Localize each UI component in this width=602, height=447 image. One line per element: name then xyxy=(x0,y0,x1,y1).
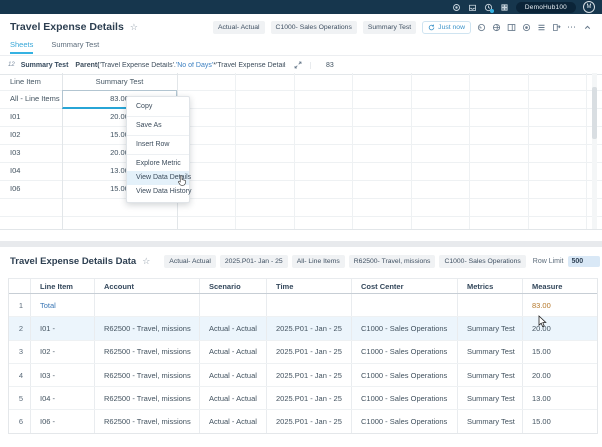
column-header: Measure xyxy=(523,279,597,293)
scrollbar-thumb[interactable] xyxy=(592,87,597,139)
context-chip-costcenter[interactable]: C1000- Sales Operations xyxy=(271,21,357,34)
column-header: Scenario xyxy=(200,279,267,293)
page-title: Travel Expense Details xyxy=(10,21,124,33)
filter-chip-lineitems[interactable]: All- Line Items xyxy=(292,255,345,268)
more-options-icon[interactable]: ⋯ xyxy=(567,24,577,30)
grid-row-header[interactable]: I04 xyxy=(10,162,20,180)
menu-item-save-as[interactable]: Save As xyxy=(127,119,189,133)
table-row[interactable]: 3 I02 - R62500 - Travel, missions Actual… xyxy=(9,341,597,364)
worksheet-tabs: Sheets Summary Test xyxy=(10,40,99,54)
tab-summary-test[interactable]: Summary Test xyxy=(51,40,99,54)
filter-chip-costcenter[interactable]: C1000- Sales Operations xyxy=(439,255,525,268)
link-share-icon[interactable] xyxy=(492,23,501,32)
sync-status-label: Just now xyxy=(438,23,465,32)
cell-value-field[interactable]: 83 xyxy=(310,62,594,69)
table-row[interactable]: 2 I01 - R62500 - Travel, missions Actual… xyxy=(9,317,597,340)
data-table: Line Item Account Scenario Time Cost Cen… xyxy=(8,278,598,434)
worksheet-grid[interactable]: Line Item Summary Test All - Line Items … xyxy=(0,73,602,230)
filter-chip-time[interactable]: 2025.P01- Jan - 25 xyxy=(220,255,288,268)
menu-item-explore-metric[interactable]: Explore Metric xyxy=(127,157,189,171)
inbox-icon[interactable] xyxy=(468,3,477,12)
grid-line xyxy=(352,73,353,229)
top-navbar: DemoHub100 M xyxy=(0,0,602,14)
grid-line xyxy=(586,73,587,229)
refresh-status-button[interactable]: Just now xyxy=(422,21,471,34)
menu-item-copy[interactable]: Copy xyxy=(127,100,189,114)
notification-dot xyxy=(490,9,494,13)
column-header: Line Item xyxy=(31,279,95,293)
collapse-panel-icon[interactable] xyxy=(583,23,592,32)
row-limit-input[interactable] xyxy=(568,256,600,267)
context-chip-metrics[interactable]: Summary Test xyxy=(363,21,416,34)
data-panel-header: Travel Expense Details Data ☆ Actual- Ac… xyxy=(0,252,602,270)
list-view-icon[interactable] xyxy=(537,23,546,32)
table-row[interactable]: 4 I03 - R62500 - Travel, missions Actual… xyxy=(9,364,597,387)
data-panel-title: Travel Expense Details Data xyxy=(10,256,136,267)
table-row[interactable]: 5 I04 - R62500 - Travel, missions Actual… xyxy=(9,387,597,410)
context-menu: Copy Save As Insert Row Explore Metric V… xyxy=(126,96,190,203)
grid-line xyxy=(235,73,236,229)
column-header: Cost Center xyxy=(352,279,458,293)
menu-item-view-data-details[interactable]: View Data Details xyxy=(127,171,189,185)
favorite-star-icon[interactable]: ☆ xyxy=(130,22,138,33)
data-panel: Travel Expense Details Data ☆ Actual- Ac… xyxy=(0,247,602,447)
grid-line xyxy=(469,73,470,229)
column-header: Time xyxy=(267,279,352,293)
formula-item-name: Summary Test xyxy=(21,62,69,69)
grid-line xyxy=(411,73,412,229)
formula-text[interactable]: Parent('Travel Expense Details'.'No of D… xyxy=(75,62,286,69)
grid-row-header[interactable]: All - Line Items xyxy=(10,90,60,108)
favorite-star-icon[interactable]: ☆ xyxy=(142,256,150,267)
menu-separator xyxy=(127,116,189,117)
grid-scrollbar[interactable] xyxy=(592,73,597,229)
grid-corner-header: Line Item xyxy=(10,73,41,90)
table-header-row: Line Item Account Scenario Time Cost Cen… xyxy=(9,279,597,294)
context-chip-scenario[interactable]: Actual- Actual xyxy=(213,21,265,34)
history-clock-icon[interactable] xyxy=(484,3,493,12)
expand-icon[interactable] xyxy=(294,61,302,69)
table-row-total[interactable]: 1 Total 83.00 xyxy=(9,294,597,317)
grid-row-header[interactable]: I01 xyxy=(10,108,20,126)
menu-separator xyxy=(127,135,189,136)
refresh-icon xyxy=(428,24,435,31)
grid-row-header[interactable]: I02 xyxy=(10,126,20,144)
tab-sheets[interactable]: Sheets xyxy=(10,40,33,54)
worksheet-header: Travel Expense Details ☆ Actual- Actual … xyxy=(0,14,602,40)
split-panel-icon[interactable] xyxy=(507,23,516,32)
export-icon[interactable] xyxy=(552,23,561,32)
worksheet-toolbar: Actual- Actual C1000- Sales Operations S… xyxy=(213,21,592,34)
filter-chip-scenario[interactable]: Actual- Actual xyxy=(164,255,216,268)
grid-row-header[interactable]: I03 xyxy=(10,144,20,162)
grid-column-header[interactable]: Summary Test xyxy=(62,73,177,90)
grid-row-header[interactable]: I06 xyxy=(10,180,20,198)
focus-target-icon[interactable] xyxy=(522,23,531,32)
menu-item-insert-row[interactable]: Insert Row xyxy=(127,138,189,152)
filter-chip-account[interactable]: R62500- Travel, missions xyxy=(349,255,436,268)
apps-grid-icon[interactable] xyxy=(500,3,509,12)
grid-line xyxy=(294,73,295,229)
table-row[interactable]: 6 I06 - R62500 - Travel, missions Actual… xyxy=(9,410,597,432)
app-window: DemoHub100 M Travel Expense Details ☆ Ac… xyxy=(0,0,602,447)
mouse-cursor-hand xyxy=(178,175,187,192)
menu-separator xyxy=(127,154,189,155)
formula-bar: 12 Summary Test Parent('Travel Expense D… xyxy=(0,55,602,75)
settings-icon[interactable] xyxy=(452,3,461,12)
total-link[interactable]: Total xyxy=(31,294,95,316)
user-avatar[interactable]: M xyxy=(583,1,595,13)
column-header: Account xyxy=(95,279,200,293)
workspace-badge[interactable]: DemoHub100 xyxy=(516,2,576,13)
grid-line xyxy=(528,73,529,229)
row-limit-label: Row Limit xyxy=(533,258,564,265)
undo-history-icon[interactable] xyxy=(477,23,486,32)
column-header: Metrics xyxy=(458,279,523,293)
number-format-icon: 12 xyxy=(8,62,15,68)
